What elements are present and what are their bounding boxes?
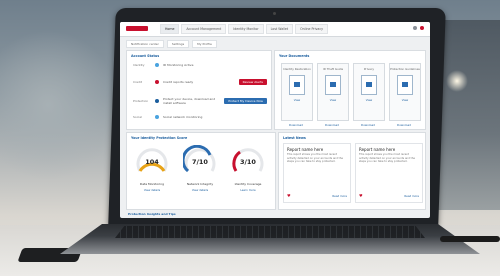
document-icon: [361, 75, 377, 95]
laptop-screen: Home Account Management Identity Monitor…: [120, 22, 430, 218]
document-icon: [289, 75, 305, 95]
news-card-title: Report name here: [359, 147, 396, 152]
nav-item-account[interactable]: Account Management: [181, 24, 227, 34]
status-key: Social: [133, 115, 142, 119]
account-status-panel: Account Status Identity ID Monitoring Ac…: [126, 50, 272, 130]
news-title: Latest News: [283, 136, 306, 140]
protection-score-panel: Your Identity Protection Score 104 Data …: [126, 132, 276, 210]
read-more-link[interactable]: Read more: [332, 194, 347, 198]
news-panel: Latest News Report name here This report…: [278, 132, 426, 210]
account-status-title: Account Status: [131, 54, 160, 58]
document-name: Privacy: [363, 67, 375, 71]
webcam-icon: [273, 12, 276, 15]
documents-panel: Your Documents Identity Restoration View…: [274, 50, 426, 130]
status-text: ID Monitoring Active: [163, 63, 194, 67]
status-dot-icon: [155, 115, 159, 119]
document-download-link[interactable]: Download: [389, 123, 419, 127]
news-card[interactable]: Report name here This report shows you t…: [283, 143, 351, 203]
document-card[interactable]: Protection Guidelines View: [389, 63, 421, 121]
status-key: Identity: [133, 63, 145, 67]
status-text: Credit reports ready: [163, 80, 194, 84]
nav-item-identity[interactable]: Identity Monitor: [228, 24, 264, 34]
document-download-link[interactable]: Download: [353, 123, 383, 127]
nav-item-privacy[interactable]: Online Privacy: [295, 24, 328, 34]
document-view-link[interactable]: View: [282, 98, 312, 102]
heart-icon[interactable]: ♥: [359, 193, 363, 198]
document-icon: [325, 75, 341, 95]
top-navigation-bar: Home Account Management Identity Monitor…: [120, 22, 430, 37]
document-name: Identity Restoration: [283, 67, 311, 71]
document-name: ID Theft Guide: [322, 67, 344, 71]
review-alerts-button[interactable]: Review Alerts: [238, 79, 267, 85]
document-download-link[interactable]: Download: [281, 123, 311, 127]
document-card[interactable]: Identity Restoration View: [281, 63, 313, 121]
gauge-value: 3/10: [240, 158, 256, 166]
status-dot-icon: [155, 63, 159, 67]
document-view-link[interactable]: View: [354, 98, 384, 102]
heart-icon[interactable]: ♥: [287, 193, 291, 198]
news-card-body: This report shows you the most recent ac…: [287, 153, 343, 164]
status-dot-icon: [155, 80, 159, 84]
nav-item-wallet[interactable]: Lost Wallet: [265, 24, 294, 34]
protect-device-button[interactable]: Protect My Device Now: [224, 98, 267, 104]
sub-navigation: Notification center Settings My Profile: [126, 40, 217, 48]
brand-logo[interactable]: [126, 26, 148, 31]
status-row: Social Social network monitoring: [133, 115, 267, 119]
document-name: Protection Guidelines: [390, 67, 420, 71]
documents-title: Your Documents: [279, 54, 310, 58]
news-card-title: Report name here: [287, 147, 324, 152]
background-light: [446, 70, 468, 92]
background-blur-left: [0, 30, 120, 180]
status-text: Social network monitoring: [163, 115, 203, 119]
status-key: Credit: [133, 80, 143, 84]
insights-section-title: Protection Insights and Tips: [128, 212, 176, 216]
status-text: Protect your device, download and instal…: [163, 97, 216, 105]
nav-item-home[interactable]: Home: [160, 24, 180, 34]
subnav-profile[interactable]: My Profile: [192, 40, 217, 48]
keyboard: [115, 226, 425, 238]
status-row: Protection Protect your device, download…: [133, 97, 267, 105]
notification-icon[interactable]: [413, 26, 417, 30]
gauge-details-link[interactable]: Learn more: [229, 188, 267, 192]
user-avatar-icon[interactable]: [420, 26, 424, 30]
protection-score-title: Your Identity Protection Score: [131, 136, 188, 140]
gauge-value: 7/10: [192, 158, 208, 166]
read-more-link[interactable]: Read more: [404, 194, 419, 198]
status-dot-icon: [155, 99, 159, 103]
header-icons: [413, 26, 424, 30]
document-card[interactable]: ID Theft Guide View: [317, 63, 349, 121]
main-nav: Home Account Management Identity Monitor…: [160, 24, 328, 34]
gauge-label: Network Integrity: [186, 182, 214, 186]
document-download-link[interactable]: Download: [317, 123, 347, 127]
gauge-details-link[interactable]: View details: [133, 188, 171, 192]
news-card-body: This report shows you the most recent ac…: [359, 153, 415, 164]
status-row: Identity ID Monitoring Active: [133, 63, 267, 67]
gauge-label: Data Monitoring: [139, 182, 165, 186]
gauge-value: 104: [145, 158, 159, 166]
document-card[interactable]: Privacy View: [353, 63, 385, 121]
news-card[interactable]: Report name here This report shows you t…: [355, 143, 423, 203]
gauge-label: Identity Coverage: [234, 182, 262, 186]
subnav-notifications[interactable]: Notification center: [126, 40, 164, 48]
subnav-settings[interactable]: Settings: [166, 40, 190, 48]
charging-cable: [440, 236, 500, 242]
document-view-link[interactable]: View: [390, 98, 420, 102]
gauge-details-link[interactable]: View details: [181, 188, 219, 192]
document-view-link[interactable]: View: [318, 98, 348, 102]
document-icon: [397, 75, 413, 95]
status-row: Credit Credit reports ready Review Alert…: [133, 79, 267, 85]
status-key: Protection: [133, 99, 149, 103]
